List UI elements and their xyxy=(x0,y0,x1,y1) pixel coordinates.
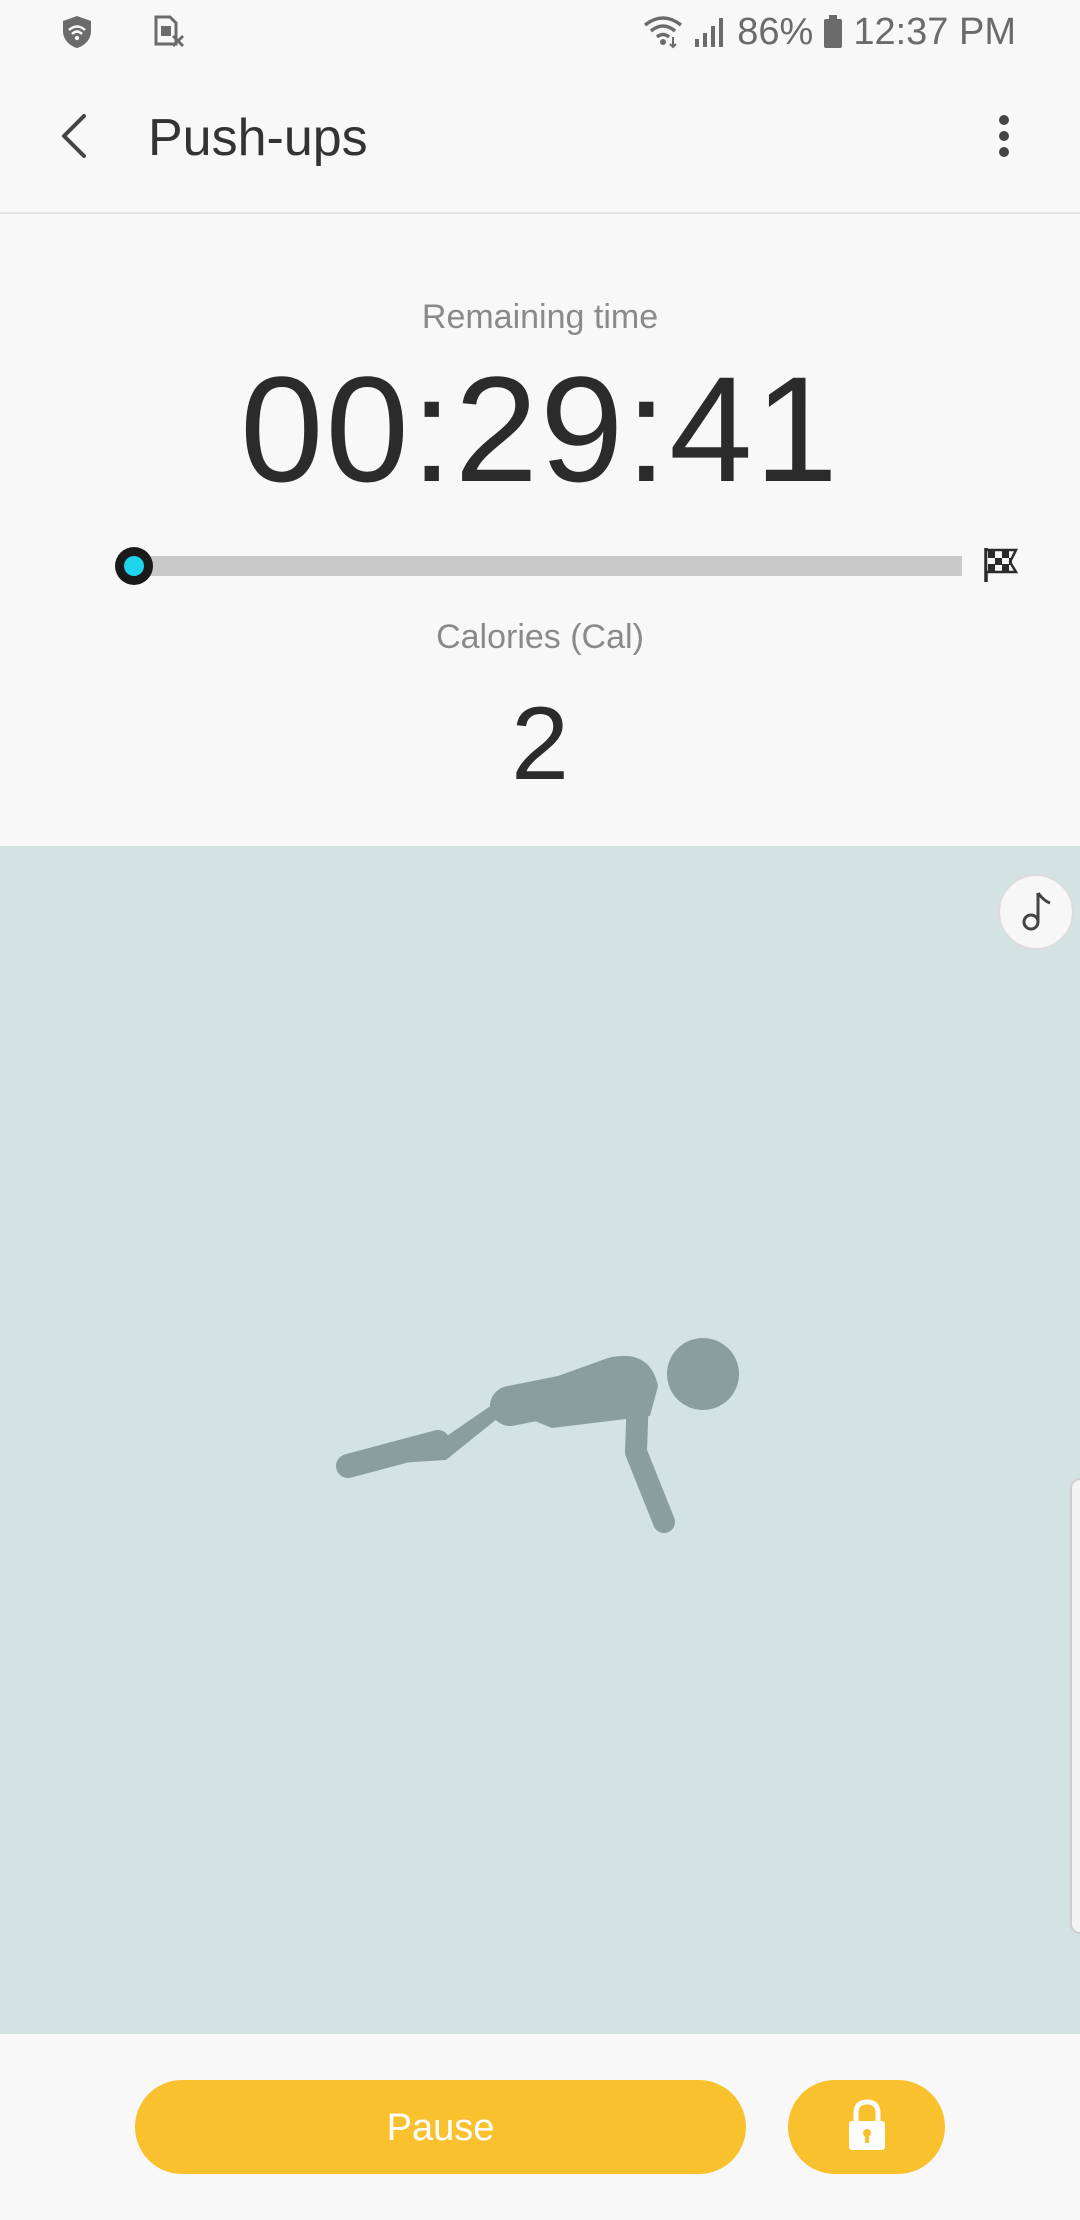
lock-icon xyxy=(845,2098,889,2157)
pause-button[interactable]: Pause xyxy=(135,2080,746,2174)
screen: 86% 12:37 PM Push-ups Remaining time 00:… xyxy=(0,0,1080,2220)
page-title: Push-ups xyxy=(148,109,368,167)
exercise-animation-panel xyxy=(0,846,1080,2034)
lock-button[interactable] xyxy=(788,2080,945,2174)
checkered-flag-icon xyxy=(980,544,1020,584)
back-button[interactable] xyxy=(38,102,110,174)
more-options-button[interactable] xyxy=(968,102,1040,174)
battery-percent: 86% xyxy=(737,10,814,53)
music-note-icon xyxy=(1016,887,1056,938)
shield-icon xyxy=(60,14,94,55)
wifi-icon xyxy=(643,15,683,49)
workout-info: Remaining time 00:29:41 Calories (Cal) 2 xyxy=(0,214,1080,846)
remaining-time-value: 00:29:41 xyxy=(240,345,840,513)
side-panel-handle[interactable] xyxy=(1070,1478,1080,1934)
calories-label: Calories (Cal) xyxy=(436,618,644,656)
progress-track xyxy=(126,556,962,576)
signal-icon xyxy=(693,15,727,49)
remaining-time-label: Remaining time xyxy=(421,298,659,336)
music-button[interactable] xyxy=(998,874,1074,950)
app-bar: Push-ups xyxy=(0,64,1080,214)
clock: 12:37 PM xyxy=(853,10,1016,53)
calories-value: 2 xyxy=(511,686,569,802)
more-vert-icon xyxy=(996,110,1012,167)
progress-knob[interactable] xyxy=(115,547,154,585)
battery-icon xyxy=(823,15,843,49)
status-right-group: 86% 12:37 PM xyxy=(643,8,1016,56)
back-arrow-icon xyxy=(56,110,92,167)
pushup-figure xyxy=(336,1338,739,1533)
bottom-controls: Pause xyxy=(0,2034,1080,2220)
sim-card-icon xyxy=(152,14,186,55)
status-bar: 86% 12:37 PM xyxy=(0,0,1080,64)
